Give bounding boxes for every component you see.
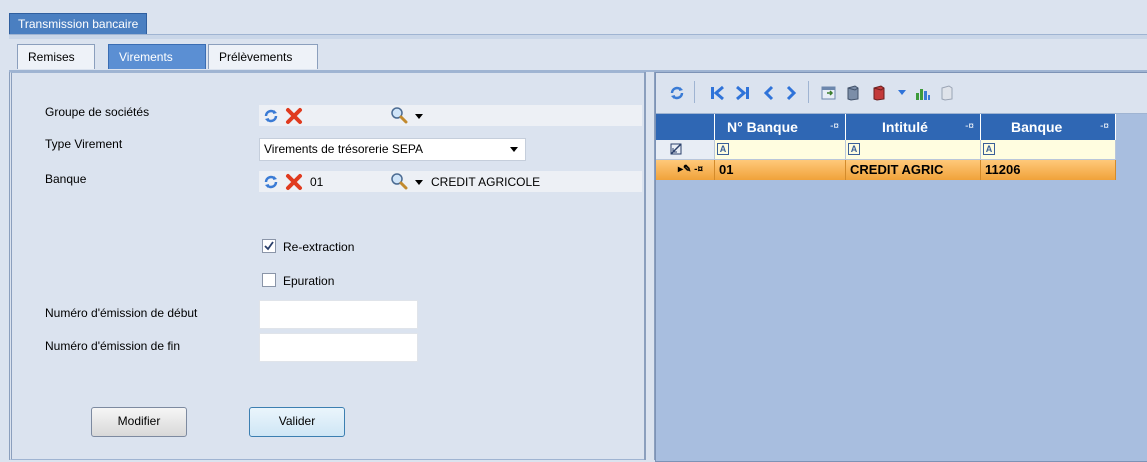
tab-remises-label: Remises <box>28 50 75 64</box>
refresh-icon[interactable] <box>262 107 280 125</box>
groupe-label: Groupe de sociétés <box>45 105 150 119</box>
toolbar-separator <box>694 81 695 103</box>
modifier-button[interactable]: Modifier <box>91 407 187 437</box>
type-virement-label: Type Virement <box>45 137 123 151</box>
epuration-label: Epuration <box>283 274 335 288</box>
tab-strip: Remises Virements Prélèvements <box>9 40 1147 70</box>
grid-panel: N° Banque -¤ Intitulé -¤ Banque -¤ A A A… <box>655 72 1147 462</box>
column-header-label: N° Banque <box>727 119 798 135</box>
export-icon[interactable] <box>820 84 838 102</box>
type-virement-select[interactable]: Virements de trésorerie SEPA <box>259 138 526 161</box>
form-panel: Groupe de sociétés Type Virement Viremen… <box>9 72 645 460</box>
reextraction-checkbox[interactable] <box>262 239 276 253</box>
type-virement-value: Virements de trésorerie SEPA <box>264 142 423 156</box>
column-header-label: Banque <box>1011 119 1063 135</box>
pin-icon[interactable]: -¤ <box>965 114 974 140</box>
edit-row-icon: ▸✎ -¤ <box>678 164 704 175</box>
valider-button[interactable]: Valider <box>249 407 345 437</box>
refresh-icon[interactable] <box>262 173 280 191</box>
banque-label: Banque <box>45 172 87 186</box>
filter-operator-icon[interactable]: A <box>983 143 995 155</box>
filter-operator-icon[interactable]: A <box>717 143 729 155</box>
column-header-intitule[interactable]: Intitulé -¤ <box>846 114 981 140</box>
chevron-down-icon[interactable] <box>415 180 423 185</box>
banque-name: CREDIT AGRICOLE <box>431 175 541 189</box>
last-record-icon[interactable] <box>734 84 752 102</box>
panel-splitter[interactable] <box>644 72 655 460</box>
tab-remises[interactable]: Remises <box>17 44 95 69</box>
chevron-down-icon <box>510 147 518 152</box>
column-header-banque[interactable]: Banque -¤ <box>981 114 1116 140</box>
table-row[interactable]: CREDIT AGRIC <box>846 160 981 180</box>
delete-icon[interactable] <box>870 84 888 102</box>
title-bar-strip <box>9 34 1147 39</box>
cell-intitule: CREDIT AGRIC <box>850 162 944 177</box>
print-icon[interactable] <box>938 84 956 102</box>
next-record-icon[interactable] <box>782 84 800 102</box>
table-row[interactable]: 11206 <box>981 160 1116 180</box>
groupe-row <box>259 105 642 126</box>
chevron-down-icon[interactable] <box>415 114 423 119</box>
num-fin-label: Numéro d'émission de fin <box>45 339 181 353</box>
row-selector[interactable]: ▸✎ -¤ <box>656 160 715 180</box>
pin-icon[interactable]: -¤ <box>830 114 839 140</box>
column-header-label: Intitulé <box>882 119 928 135</box>
filter-row-selector <box>656 140 715 160</box>
clear-icon[interactable] <box>285 107 303 125</box>
save-icon[interactable] <box>844 84 862 102</box>
clear-icon[interactable] <box>285 173 303 191</box>
num-debut-input[interactable] <box>259 300 418 329</box>
refresh-icon[interactable] <box>668 84 686 102</box>
filter-clear-icon[interactable] <box>670 143 682 155</box>
filter-operator-icon[interactable]: A <box>848 143 860 155</box>
first-record-icon[interactable] <box>708 84 726 102</box>
toolbar-separator <box>808 81 809 103</box>
cell-num-banque: 01 <box>719 162 734 177</box>
tab-virements-label: Virements <box>119 50 173 64</box>
tab-virements[interactable]: Virements <box>108 44 206 69</box>
checkmark-icon <box>264 241 274 251</box>
search-icon[interactable] <box>390 106 408 124</box>
tab-prelevements-label: Prélèvements <box>219 50 293 64</box>
banque-code-input[interactable]: 01 <box>310 175 323 189</box>
previous-record-icon[interactable] <box>760 84 778 102</box>
filter-banque[interactable]: A <box>981 140 1116 160</box>
epuration-checkbox[interactable] <box>262 273 276 287</box>
filter-intitule[interactable]: A <box>846 140 981 160</box>
cell-banque: 11206 <box>985 162 1021 177</box>
search-icon[interactable] <box>390 172 408 190</box>
chevron-down-icon[interactable] <box>898 90 906 95</box>
num-debut-label: Numéro d'émission de début <box>45 306 198 320</box>
column-header-num-banque[interactable]: N° Banque -¤ <box>715 114 846 140</box>
reextraction-label: Re-extraction <box>283 240 355 254</box>
chart-icon[interactable] <box>914 84 932 102</box>
filter-num-banque[interactable]: A <box>715 140 846 160</box>
window-title-tab[interactable]: Transmission bancaire <box>9 13 148 35</box>
grid-toolbar <box>656 73 1147 114</box>
tab-prelevements[interactable]: Prélèvements <box>208 44 318 69</box>
table-row[interactable]: 01 <box>715 160 846 180</box>
num-fin-input[interactable] <box>259 333 418 362</box>
pin-icon[interactable]: -¤ <box>1100 114 1109 140</box>
row-selector-header <box>656 114 715 140</box>
